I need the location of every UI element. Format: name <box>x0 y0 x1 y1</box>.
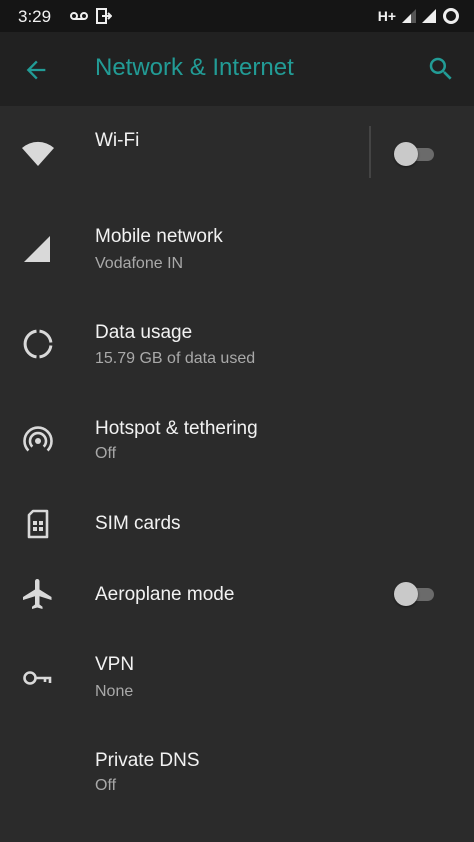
page-title: Network & Internet <box>95 54 294 81</box>
mobile-network-item[interactable]: Mobile network Vodafone IN <box>0 202 474 298</box>
wifi-toggle[interactable] <box>394 141 438 167</box>
hotspot-title: Hotspot & tethering <box>95 418 258 439</box>
app-bar: Network & Internet <box>0 32 474 106</box>
battery-ring-icon <box>443 8 459 24</box>
data-usage-icon <box>23 329 53 359</box>
cellular-signal-icon <box>24 236 50 262</box>
status-bar: 3:29 H+ <box>0 0 474 32</box>
aeroplane-toggle-thumb <box>394 582 418 606</box>
vpn-title: VPN <box>95 654 135 675</box>
wifi-title: Wi-Fi <box>95 130 140 151</box>
status-notification-icons <box>70 7 112 25</box>
private-dns-subtitle: Off <box>95 777 117 794</box>
hotspot-subtitle: Off <box>95 445 117 462</box>
network-type: H+ <box>377 8 396 24</box>
hotspot-item[interactable]: Hotspot & tethering Off <box>0 394 474 490</box>
hotspot-icon <box>23 426 53 452</box>
data-usage-title: Data usage <box>95 322 193 343</box>
sim-card-icon <box>27 509 49 539</box>
vpn-item[interactable]: VPN None <box>0 634 474 730</box>
private-dns-item[interactable]: Private DNS Off <box>0 730 474 826</box>
sim-cards-item[interactable]: SIM cards <box>0 490 474 562</box>
vpn-subtitle: None <box>95 683 134 700</box>
data-usage-subtitle: 15.79 GB of data used <box>95 350 256 367</box>
aeroplane-mode-toggle[interactable] <box>394 581 438 607</box>
status-system-icons: H+ <box>378 6 460 26</box>
data-usage-item[interactable]: Data usage 15.79 GB of data used <box>0 298 474 394</box>
arrow-back-icon[interactable] <box>22 56 50 84</box>
private-dns-title: Private DNS <box>95 750 200 771</box>
sim-cards-title: SIM cards <box>95 513 181 534</box>
search-icon[interactable] <box>426 54 456 84</box>
wifi-divider <box>369 126 371 178</box>
vpn-key-icon <box>23 671 52 685</box>
voicemail-icon <box>70 12 88 20</box>
mobile-network-subtitle: Vodafone IN <box>95 255 184 272</box>
mobile-network-title: Mobile network <box>95 226 223 247</box>
aeroplane-mode-title: Aeroplane mode <box>95 584 235 605</box>
status-time: 3:29 <box>18 7 52 26</box>
signal-icon <box>402 9 416 23</box>
exit-icon <box>96 8 112 24</box>
signal-icon <box>422 9 436 23</box>
wifi-icon <box>22 141 54 166</box>
wifi-toggle-thumb <box>394 142 418 166</box>
airplane-icon <box>23 579 52 609</box>
